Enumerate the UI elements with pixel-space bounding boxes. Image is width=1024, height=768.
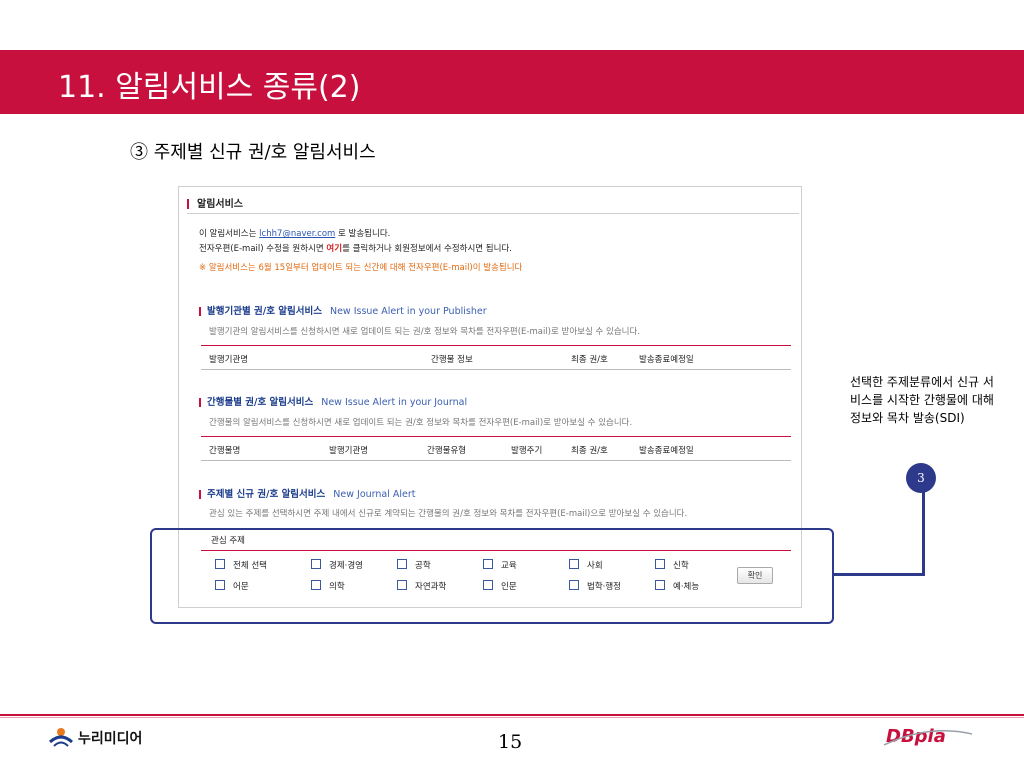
email-link[interactable]: lchh7@naver.com	[259, 229, 335, 239]
section-divider	[187, 213, 799, 214]
section-header: 알림서비스	[187, 195, 243, 210]
publisher-alert-title: 발행기관별 권/호 알림서비스	[207, 306, 322, 317]
notice-text: 이 알림서비스는	[199, 229, 260, 239]
section-title: 알림서비스	[197, 199, 243, 210]
journal-alert-title: 간행물별 권/호 알림서비스	[207, 397, 314, 408]
table-header-rule	[201, 345, 791, 346]
publisher-alert-header: 발행기관별 권/호 알림서비스 New Issue Alert in your P…	[199, 303, 487, 317]
nurimedia-logo-icon	[48, 728, 74, 747]
step-number-badge: 3	[906, 463, 936, 493]
table-bottom-rule	[201, 369, 791, 370]
column-header: 발행주기	[511, 446, 543, 456]
notice-text: 로 발송됩니다.	[335, 229, 391, 239]
footer-divider	[0, 717, 1024, 718]
table-bottom-rule	[201, 460, 791, 461]
notice-update-info: ※ 알림서비스는 6월 15일부터 업데이트 되는 신간에 대해 전자우편(E-…	[199, 263, 523, 273]
edit-email-link[interactable]: 여기	[326, 244, 342, 254]
column-header: 발송종료예정일	[639, 446, 694, 456]
column-header: 최종 권/호	[571, 446, 608, 456]
title-bar: 11. 알림서비스 종류(2)	[0, 50, 1024, 114]
callout-text: 선택한 주제분류에서 신규 서비스를 시작한 간행물에 대해 정보와 목차 발송…	[850, 375, 994, 425]
notice-line-edit: 전자우편(E-mail) 수정을 원하시면 여기를 클릭하거나 회원정보에서 수…	[199, 242, 512, 254]
subject-alert-desc: 관심 있는 주제를 선택하시면 주제 내에서 신규로 계약되는 간행물의 권/호…	[209, 509, 688, 519]
footer-divider	[0, 714, 1024, 716]
subject-alert-title: 주제별 신규 권/호 알림서비스	[207, 489, 326, 500]
column-header: 발행기관명	[329, 446, 369, 456]
journal-alert-title-en: New Issue Alert in your Journal	[321, 397, 468, 408]
section-marker	[199, 490, 201, 499]
dbpia-logo: DBpia	[883, 726, 973, 747]
column-header: 간행물유형	[427, 446, 467, 456]
journal-alert-desc: 간행물의 알림서비스를 신청하시면 새로 업데이트 되는 권/호 정보와 목차를…	[209, 418, 633, 428]
notice-text: 를 클릭하거나 회원정보에서 수정하시면 됩니다.	[342, 244, 512, 254]
notice-line-email: 이 알림서비스는 lchh7@naver.com 로 발송됩니다.	[199, 227, 390, 239]
journal-alert-header: 간행물별 권/호 알림서비스 New Issue Alert in your Jo…	[199, 394, 467, 408]
column-header: 간행물 정보	[431, 355, 473, 365]
section-marker	[187, 199, 189, 209]
publisher-alert-title-en: New Issue Alert in your Publisher	[329, 306, 487, 317]
slide-title: 11. 알림서비스 종류(2)	[58, 70, 361, 105]
nurimedia-logo: 누리미디어	[48, 722, 158, 752]
section-marker	[199, 307, 201, 316]
notice-text: 전자우편(E-mail) 수정을 원하시면	[199, 244, 327, 254]
table-header-rule	[201, 436, 791, 437]
column-header: 발송종료예정일	[639, 355, 694, 365]
subject-alert-title-en: New Journal Alert	[333, 489, 416, 500]
subject-alert-header: 주제별 신규 권/호 알림서비스 New Journal Alert	[199, 486, 416, 500]
callout-connector	[922, 490, 925, 576]
callout-connector	[832, 573, 924, 576]
column-header: 최종 권/호	[571, 355, 608, 365]
nurimedia-logo-text: 누리미디어	[78, 731, 143, 747]
publisher-alert-desc: 발행기관의 알림서비스를 신청하시면 새로 업데이트 되는 권/호 정보와 목차…	[209, 327, 640, 337]
column-header: 발행기관명	[209, 355, 249, 365]
dbpia-logo-swoosh-icon	[883, 730, 973, 746]
section-marker	[199, 398, 201, 407]
subject-selection-highlight	[150, 528, 834, 624]
page-number: 15	[498, 731, 523, 753]
column-header: 간행물명	[209, 446, 241, 456]
slide-subtitle: ③ 주제별 신규 권/호 알림서비스	[130, 142, 376, 163]
